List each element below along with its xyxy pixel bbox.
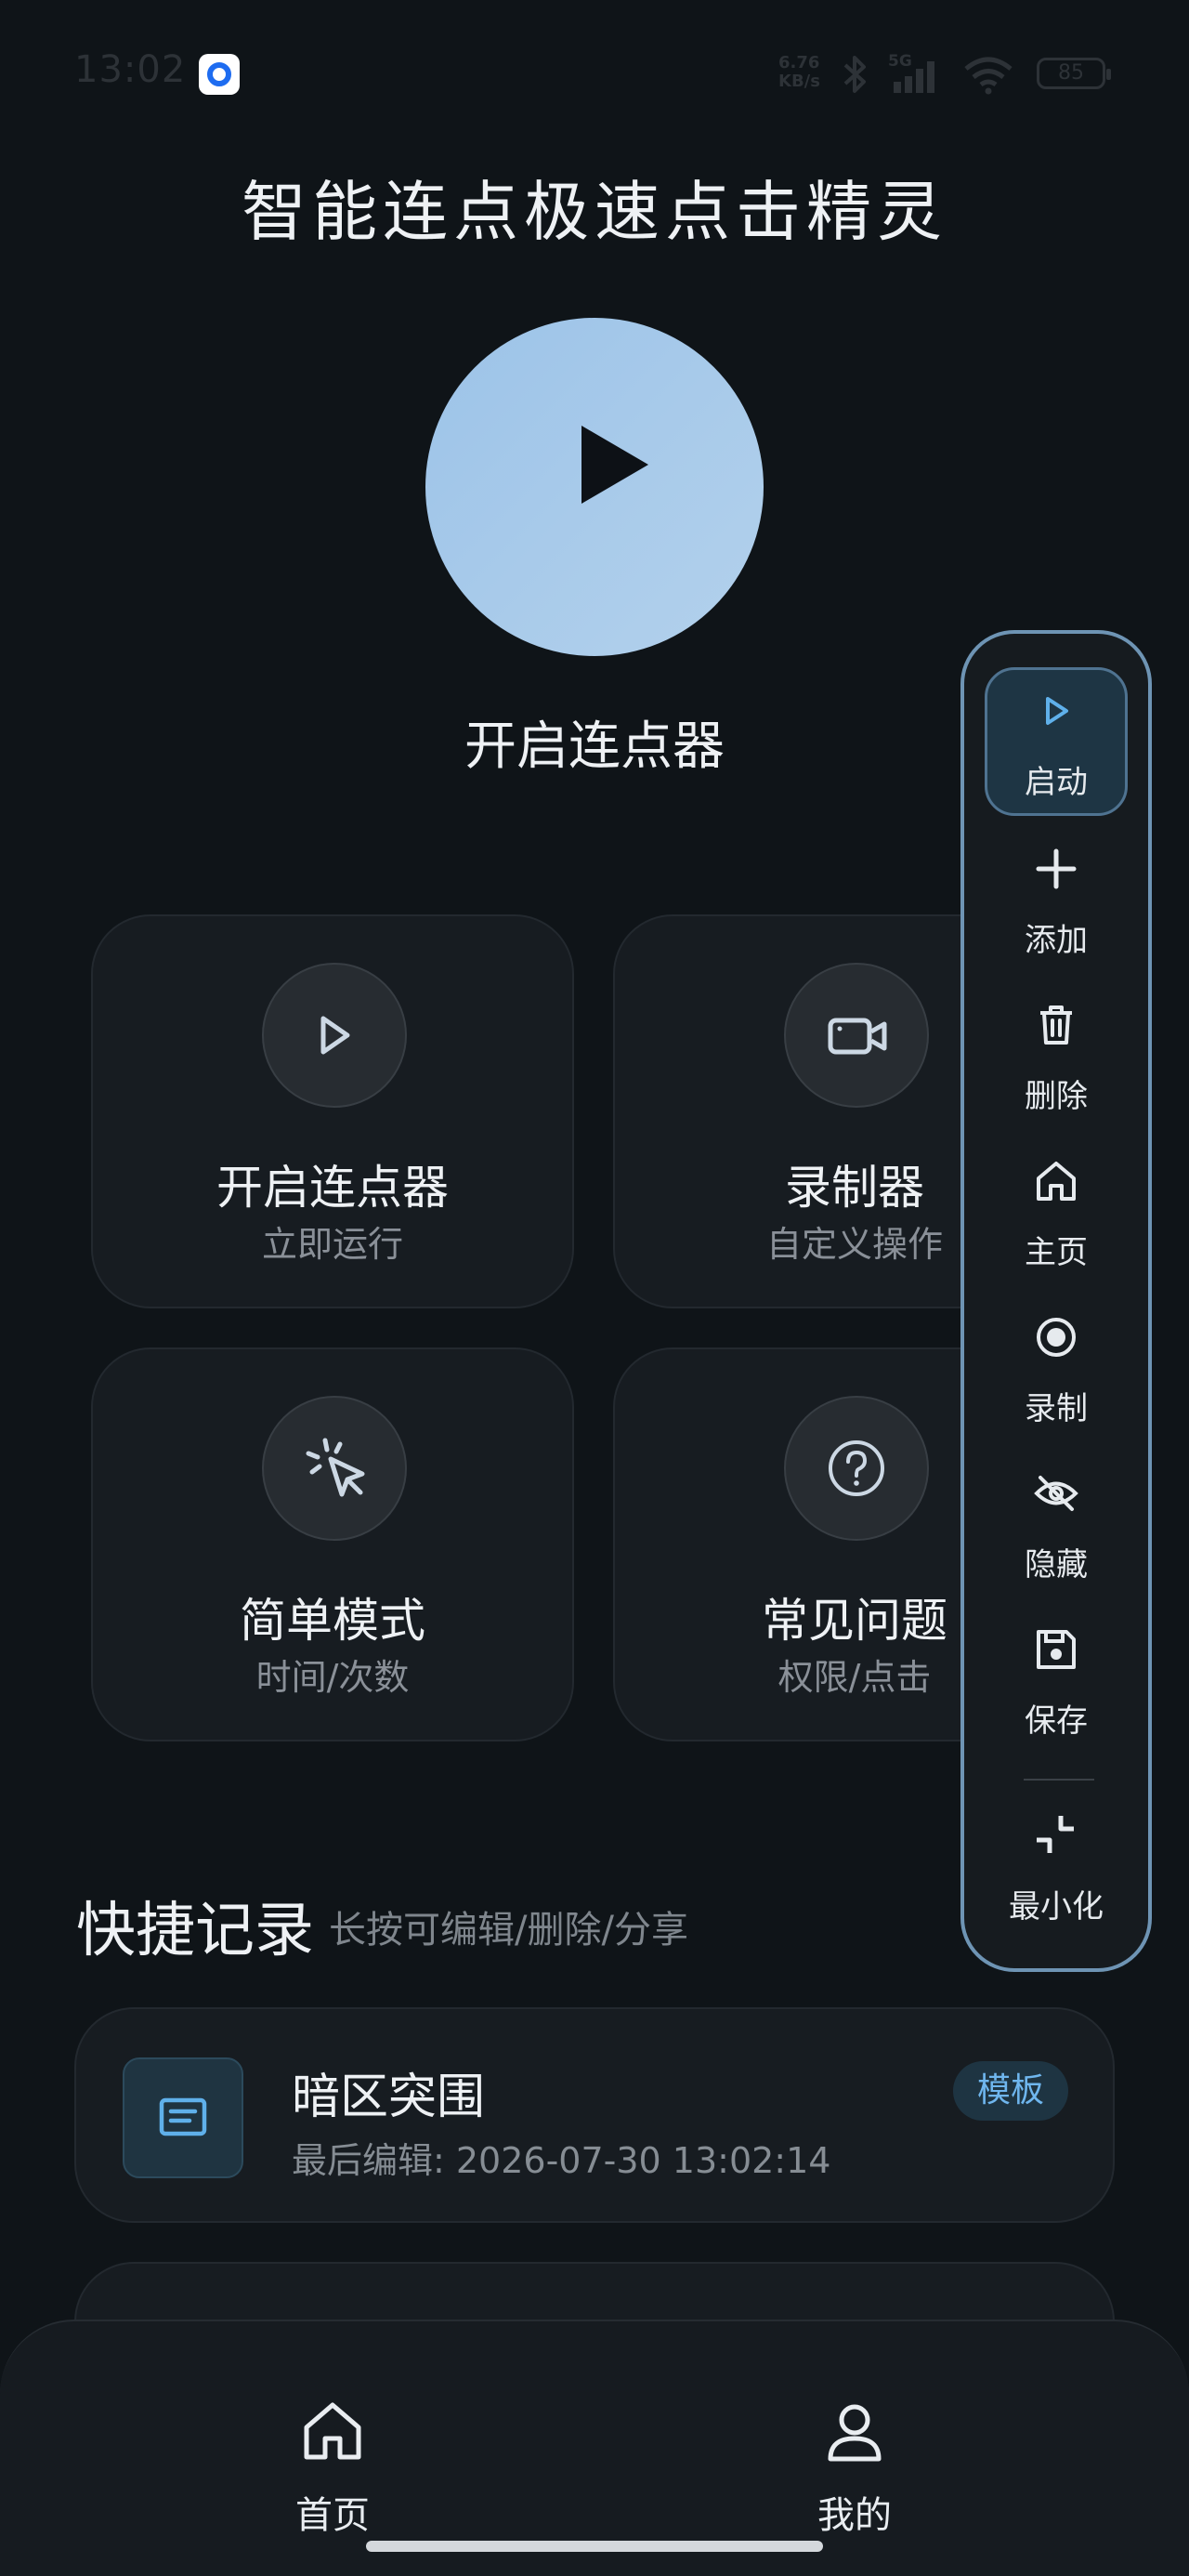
panel-divider (1024, 1779, 1094, 1781)
video-camera-icon (828, 1018, 887, 1055)
card-title: 简单模式 (240, 1594, 425, 1648)
template-badge: 模板 (953, 2061, 1068, 2121)
panel-home-button[interactable]: 主页 (964, 1137, 1148, 1286)
wifi-icon (964, 57, 1013, 95)
section-hint: 长按可编辑/删除/分享 (329, 1909, 688, 1952)
user-icon (828, 2404, 882, 2462)
floating-control-panel[interactable]: 启动 添加 删除 主页 录制 隐藏 保存 最小化 (960, 630, 1152, 1972)
save-icon (1037, 1630, 1076, 1669)
app-title: 智能连点极速点击精灵 (242, 174, 947, 250)
nav-home[interactable]: 首页 (240, 2398, 425, 2546)
panel-delete-button[interactable]: 删除 (964, 981, 1148, 1130)
play-icon (581, 426, 648, 504)
cursor-click-icon (306, 1438, 365, 1497)
panel-add-button[interactable]: 添加 (964, 825, 1148, 974)
panel-record-button[interactable]: 录制 (964, 1294, 1148, 1442)
card-subtitle: 时间/次数 (255, 1657, 410, 1698)
home-indicator[interactable] (366, 2541, 823, 2552)
panel-start-button[interactable]: 启动 (964, 667, 1148, 816)
status-time: 13:02 (74, 48, 187, 91)
trash-icon (1040, 1005, 1072, 1045)
start-clicker-button[interactable] (425, 318, 764, 656)
home-icon (1037, 1162, 1076, 1201)
record-last-edit: 最后编辑: 2026-07-30 13:02:14 (292, 2140, 831, 2181)
battery-indicator: 85 (1037, 58, 1111, 89)
section-title: 快捷记录 (76, 1897, 314, 1965)
question-circle-icon (829, 1440, 884, 1496)
record-title: 暗区突围 (292, 2070, 486, 2125)
panel-minimize-button[interactable]: 最小化 (964, 1792, 1148, 1940)
home-icon (304, 2402, 361, 2460)
nav-profile-label: 我的 (817, 2494, 892, 2537)
card-simple-mode[interactable]: 简单模式 时间/次数 (91, 1347, 574, 1741)
plus-icon (1036, 848, 1077, 889)
card-start-clicker[interactable]: 开启连点器 立即运行 (91, 914, 574, 1308)
panel-hide-button[interactable]: 隐藏 (964, 1450, 1148, 1598)
nav-profile[interactable]: 我的 (762, 2398, 947, 2546)
card-title: 开启连点器 (216, 1161, 449, 1215)
bluetooth-icon (843, 56, 866, 93)
nav-home-label: 首页 (295, 2494, 370, 2537)
eye-off-icon (1034, 1476, 1078, 1511)
app-notification-icon (199, 54, 240, 95)
play-outline-icon (1046, 697, 1068, 725)
record-item[interactable]: 暗区突围 最后编辑: 2026-07-30 13:02:14 模板 (74, 2007, 1115, 2223)
play-outline-icon (320, 1016, 350, 1055)
status-bar: 13:02 6.76 KB/s 5G 85 (0, 0, 1189, 149)
minimize-icon (1037, 1816, 1074, 1853)
cellular-signal-icon: 5G (888, 52, 944, 95)
bottom-navigation: 首页 我的 (0, 2320, 1189, 2576)
status-icons: 5G (842, 52, 1014, 97)
document-icon (159, 2097, 207, 2136)
panel-save-button[interactable]: 保存 (964, 1606, 1148, 1755)
record-icon (1037, 1318, 1076, 1357)
card-subtitle: 立即运行 (261, 1224, 403, 1265)
network-speed: 6.76 KB/s (778, 53, 820, 91)
